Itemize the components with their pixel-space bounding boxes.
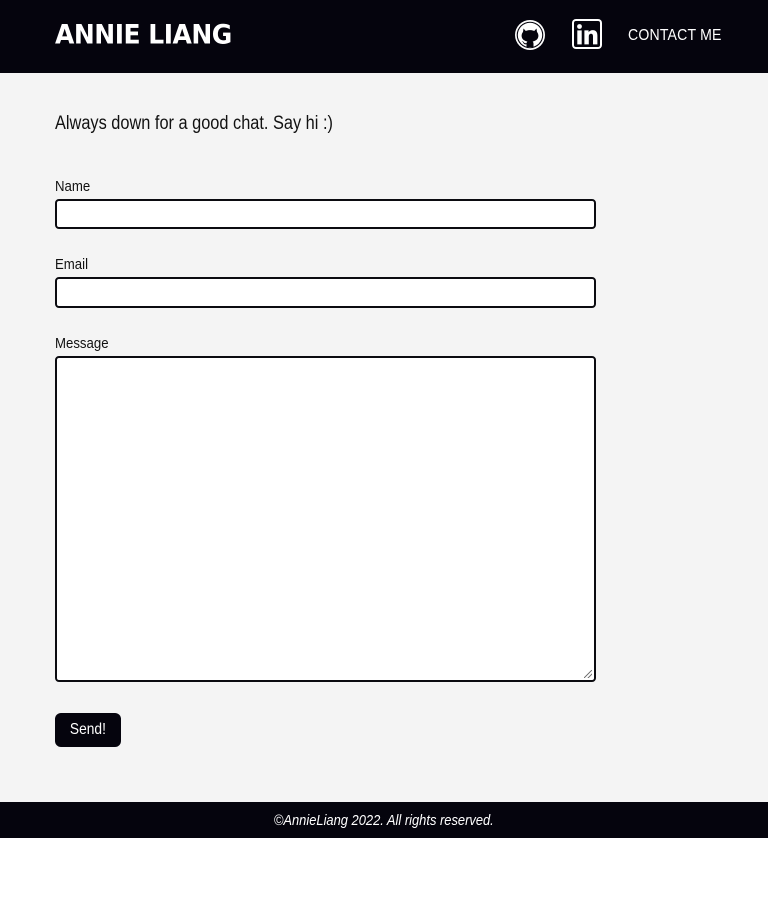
site-footer: ©AnnieLiang 2022. All rights reserved. xyxy=(0,802,768,838)
contact-me-link[interactable]: CONTACT ME xyxy=(628,27,722,45)
name-field[interactable] xyxy=(55,199,596,229)
resize-grip[interactable] xyxy=(584,670,592,678)
github-icon[interactable] xyxy=(514,19,546,51)
copyright-text: ©AnnieLiang 2022. All rights reserved. xyxy=(274,811,494,829)
email-label: Email xyxy=(55,256,89,273)
email-field[interactable] xyxy=(55,277,596,308)
contact-section: Always down for a good chat. Say hi :) N… xyxy=(0,73,768,802)
intro-text: Always down for a good chat. Say hi :) xyxy=(55,113,333,134)
brand-logo[interactable]: ANNIE LIANG xyxy=(55,18,232,52)
message-field[interactable] xyxy=(55,356,596,682)
name-label: Name xyxy=(55,178,91,195)
linkedin-icon[interactable] xyxy=(571,18,603,50)
site-header: ANNIE LIANG CONTACT ME xyxy=(0,0,768,73)
send-button-label: Send! xyxy=(70,721,106,738)
send-button[interactable]: Send! xyxy=(55,713,121,747)
message-label: Message xyxy=(55,335,109,352)
